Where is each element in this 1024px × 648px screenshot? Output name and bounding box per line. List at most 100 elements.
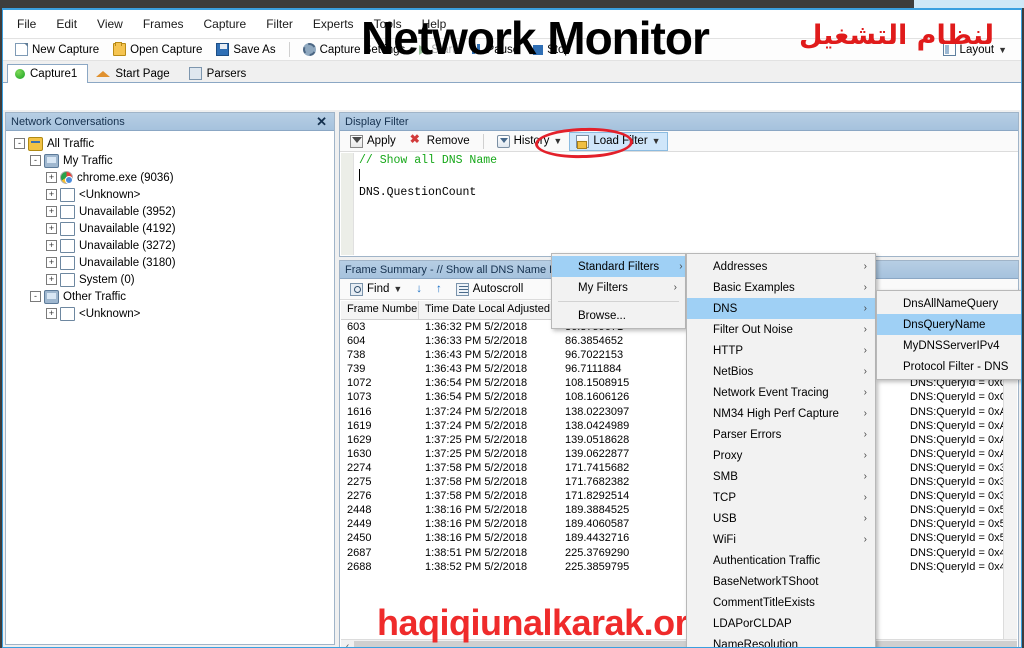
filter-comment-line: // Show all DNS Name	[359, 154, 498, 167]
menu-item-filter[interactable]: Filter	[256, 13, 303, 35]
table-row[interactable]: 22751:37:58 PM 5/2/2018171.768238210.4DN…	[341, 475, 1017, 489]
menu-item-edit[interactable]: Edit	[46, 13, 87, 35]
autoscroll-button[interactable]: Autoscroll	[450, 281, 530, 298]
collapse-toggle-icon[interactable]: -	[30, 155, 41, 166]
table-row[interactable]: 26881:38:52 PM 5/2/2018225.3859795202.DN…	[341, 560, 1017, 574]
menu-item-label: DnsAllNameQuery	[903, 297, 999, 310]
new-capture-button[interactable]: New Capture	[9, 41, 105, 58]
table-row[interactable]: 16301:37:25 PM 5/2/2018139.0622877202.DN…	[341, 447, 1017, 461]
expand-toggle-icon[interactable]: +	[46, 257, 57, 268]
std-menu-item-wifi[interactable]: WiFi ›	[687, 529, 875, 550]
cell-time-offset: 171.7682382	[565, 476, 630, 489]
menu-item-view[interactable]: View	[87, 13, 133, 35]
cell-description: DNS:QueryId = 0x3D14, QUER	[910, 490, 1017, 503]
collapse-toggle-icon[interactable]: -	[30, 291, 41, 302]
column-header-frame-number[interactable]: Frame Number	[341, 301, 419, 319]
tree-item[interactable]: + Unavailable (3180)	[8, 254, 332, 271]
std-menu-item-nameresolution[interactable]: NameResolution	[687, 634, 875, 648]
expand-toggle-icon[interactable]: +	[46, 223, 57, 234]
expand-toggle-icon[interactable]: +	[46, 240, 57, 251]
std-menu-item-parser-errors[interactable]: Parser Errors ›	[687, 424, 875, 445]
std-menu-item-filter-out-noise[interactable]: Filter Out Noise ›	[687, 319, 875, 340]
std-menu-item-netbios[interactable]: NetBios ›	[687, 361, 875, 382]
std-menu-item-usb[interactable]: USB ›	[687, 508, 875, 529]
std-menu-item-ldaporcldap[interactable]: LDAPorCLDAP	[687, 613, 875, 634]
expand-toggle-icon[interactable]: +	[46, 274, 57, 285]
dns-menu-item-dnsallnamequery[interactable]: DnsAllNameQuery	[877, 293, 1021, 314]
tree-item[interactable]: + Unavailable (3952)	[8, 203, 332, 220]
cell-frame-number: 2687	[347, 546, 372, 559]
remove-filter-button[interactable]: Remove	[404, 132, 476, 150]
std-menu-item-authentication-traffic[interactable]: Authentication Traffic	[687, 550, 875, 571]
menu-item-capture[interactable]: Capture	[194, 13, 257, 35]
std-menu-item-proxy[interactable]: Proxy ›	[687, 445, 875, 466]
std-menu-item-tcp[interactable]: TCP ›	[687, 487, 875, 508]
tree-item[interactable]: - My Traffic	[8, 152, 332, 169]
table-row[interactable]: 22761:37:58 PM 5/2/2018171.82925148.8.8D…	[341, 489, 1017, 503]
save-as-button[interactable]: Save As	[210, 41, 281, 58]
table-row[interactable]: 24481:38:16 PM 5/2/2018189.388452510.4DN…	[341, 503, 1017, 517]
std-menu-item-http[interactable]: HTTP ›	[687, 340, 875, 361]
dns-menu-item-dnsqueryname[interactable]: DnsQueryName	[877, 314, 1021, 335]
load-menu-item-my-filters[interactable]: My Filters ›	[552, 277, 685, 298]
expand-toggle-icon[interactable]: +	[46, 308, 57, 319]
menu-item-file[interactable]: File	[7, 13, 46, 35]
tree-item[interactable]: + System (0)	[8, 271, 332, 288]
table-row[interactable]: 16191:37:24 PM 5/2/2018138.042498910.4DN…	[341, 419, 1017, 433]
std-menu-item-nm34-high-perf-capture[interactable]: NM34 High Perf Capture ›	[687, 403, 875, 424]
open-capture-button[interactable]: Open Capture	[107, 41, 208, 58]
tree-item[interactable]: - All Traffic	[8, 135, 332, 152]
filter-text-editor[interactable]: // Show all DNS Name DNS.QuestionCount	[341, 153, 1017, 255]
close-icon[interactable]: ✕	[314, 114, 329, 130]
dns-menu-item-protocol-filter-dns[interactable]: Protocol Filter - DNS	[877, 356, 1021, 377]
menu-item-frames[interactable]: Frames	[133, 13, 194, 35]
std-menu-item-dns[interactable]: DNS ›	[687, 298, 875, 319]
chevron-down-icon: ▼	[393, 284, 403, 294]
tree-item[interactable]: + chrome.exe (9036)	[8, 169, 332, 186]
std-menu-item-network-event-tracing[interactable]: Network Event Tracing ›	[687, 382, 875, 403]
blank-icon	[60, 272, 75, 287]
cell-time-offset: 225.3769290	[565, 546, 630, 559]
find-button[interactable]: Find ▼	[344, 281, 408, 298]
load-menu-item-standard-filters[interactable]: Standard Filters ›	[552, 256, 685, 277]
std-menu-item-basenetworktshoot[interactable]: BaseNetworkTShoot	[687, 571, 875, 592]
cell-time-date: 1:36:54 PM 5/2/2018	[425, 391, 528, 404]
tab-parsers[interactable]: Parsers	[181, 63, 258, 83]
table-row[interactable]: 16291:37:25 PM 5/2/2018139.051862810.4DN…	[341, 433, 1017, 447]
table-row[interactable]: 10731:36:54 PM 5/2/2018108.1606126202.DN…	[341, 390, 1017, 404]
menu-item-label: HTTP	[713, 344, 744, 357]
column-header-time-date[interactable]: Time Date Local Adjusted	[419, 301, 559, 319]
std-menu-item-addresses[interactable]: Addresses ›	[687, 256, 875, 277]
new-capture-label: New Capture	[32, 43, 100, 56]
load-menu-item-browse[interactable]: Browse...	[552, 305, 685, 326]
table-row[interactable]: 24491:38:16 PM 5/2/2018189.406058710.4DN…	[341, 517, 1017, 531]
tree-item[interactable]: - Other Traffic	[8, 288, 332, 305]
tab-start-page[interactable]: Start Page	[88, 64, 180, 83]
apply-filter-button[interactable]: Apply	[344, 133, 402, 150]
menu-item-experts[interactable]: Experts	[303, 13, 364, 35]
expand-toggle-icon[interactable]: +	[46, 172, 57, 183]
std-menu-item-smb[interactable]: SMB ›	[687, 466, 875, 487]
tree-item[interactable]: + <Unknown>	[8, 305, 332, 322]
expand-toggle-icon[interactable]: +	[46, 206, 57, 217]
cell-time-offset: 171.8292514	[565, 490, 630, 503]
table-row[interactable]: 26871:38:51 PM 5/2/2018225.376929010.4DN…	[341, 546, 1017, 560]
tree-item[interactable]: + <Unknown>	[8, 186, 332, 203]
tab-capture1[interactable]: Capture1	[7, 64, 89, 83]
dns-menu-item-mydnsserveripv4[interactable]: MyDNSServerIPv4	[877, 335, 1021, 356]
cell-time-date: 1:37:58 PM 5/2/2018	[425, 461, 528, 474]
std-menu-item-commenttitleexists[interactable]: CommentTitleExists	[687, 592, 875, 613]
tree-item[interactable]: + Unavailable (4192)	[8, 220, 332, 237]
scroll-left-icon[interactable]: ‹	[341, 641, 354, 647]
table-row[interactable]: 22741:37:58 PM 5/2/2018171.741568210.4DN…	[341, 461, 1017, 475]
find-previous-button[interactable]: ↑	[430, 281, 448, 297]
table-row[interactable]: 24501:38:16 PM 5/2/2018189.44327168.8.8D…	[341, 531, 1017, 545]
expand-toggle-icon[interactable]: +	[46, 189, 57, 200]
collapse-toggle-icon[interactable]: -	[14, 138, 25, 149]
cell-time-date: 1:38:16 PM 5/2/2018	[425, 518, 528, 531]
tree-item[interactable]: + Unavailable (3272)	[8, 237, 332, 254]
find-next-button[interactable]: ↓	[410, 281, 428, 297]
std-menu-item-basic-examples[interactable]: Basic Examples ›	[687, 277, 875, 298]
table-row[interactable]: 16161:37:24 PM 5/2/2018138.022309710.4DN…	[341, 405, 1017, 419]
tab-strip: Capture1 Start Page Parsers	[3, 61, 1021, 83]
